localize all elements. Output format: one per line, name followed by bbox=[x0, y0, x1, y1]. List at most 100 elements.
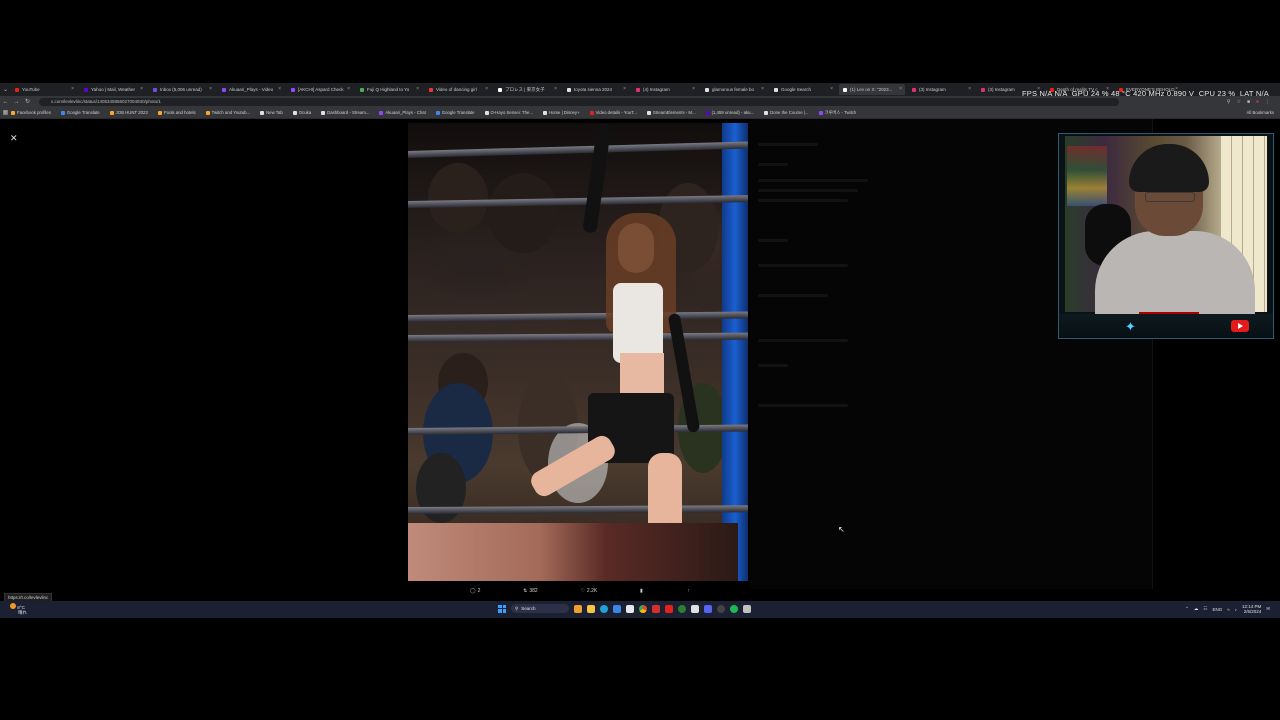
browser-tab[interactable]: (1) Lev on X: "2023... × bbox=[839, 84, 905, 95]
bookmark-item[interactable]: Pools and hotels bbox=[157, 110, 196, 115]
bookmark-item[interactable]: Google Translate bbox=[435, 110, 475, 115]
tab-title: Video of dancing girl bbox=[436, 87, 477, 92]
tab-favicon-icon bbox=[636, 87, 640, 92]
tab-search-icon[interactable]: ⌄ bbox=[0, 86, 11, 93]
tab-close-icon[interactable]: × bbox=[761, 86, 764, 92]
network-icon[interactable]: ☷ bbox=[1203, 606, 1207, 612]
bookmark-item[interactable]: Twitch and Youtub... bbox=[205, 110, 250, 115]
like-button[interactable]: ♡ 2.2K bbox=[580, 588, 597, 594]
bookmark-favicon-icon bbox=[646, 110, 651, 115]
capcut-icon[interactable] bbox=[691, 604, 699, 613]
taskbar-search[interactable]: ⚲ Search bbox=[511, 604, 569, 613]
tab-close-icon[interactable]: × bbox=[485, 86, 488, 92]
bookmark-item[interactable]: (1,459 unread) - aku... bbox=[705, 110, 755, 115]
file-explorer-icon[interactable] bbox=[587, 604, 595, 613]
bookmark-item[interactable]: 크루버스 - Twitch bbox=[818, 109, 857, 116]
cloud-icon[interactable]: ☁ bbox=[1194, 606, 1199, 612]
notification-bell-icon[interactable]: ✉ bbox=[1266, 606, 1270, 612]
profile-avatar[interactable]: ● bbox=[1256, 99, 1259, 105]
bookmark-item[interactable]: Facebook profiles bbox=[11, 110, 51, 115]
spotify-icon[interactable] bbox=[730, 604, 738, 613]
reload-icon[interactable]: ↻ bbox=[22, 98, 33, 105]
windows-start-icon[interactable] bbox=[498, 604, 506, 613]
tab-close-icon[interactable]: × bbox=[209, 86, 212, 92]
wrestling-photo bbox=[408, 123, 748, 581]
volume-icon[interactable]: ♪ bbox=[1235, 607, 1237, 612]
tray-chevron-icon[interactable]: ⌃ bbox=[1185, 606, 1189, 612]
edge-icon[interactable] bbox=[600, 604, 608, 613]
tab-close-icon[interactable]: × bbox=[347, 86, 350, 92]
tab-favicon-icon bbox=[843, 87, 847, 92]
bookmark-label: 크루버스 - Twitch bbox=[824, 109, 857, 115]
extensions-icon[interactable]: ■ bbox=[1247, 99, 1250, 105]
browser-tab[interactable]: Inbox (5,006 unread) × bbox=[149, 84, 215, 95]
system-clock[interactable]: 12:14 PM 2/5/2024 bbox=[1242, 604, 1261, 614]
wifi-icon[interactable]: ≈ bbox=[1227, 607, 1229, 612]
bookmark-star-icon[interactable]: ☆ bbox=[1236, 99, 1240, 105]
store-icon[interactable] bbox=[626, 604, 634, 613]
address-bar-row: ← → ↻ x.com/levlevlinc/status/1405345856… bbox=[0, 96, 1280, 107]
bookmark-item[interactable]: Dashboard - Stream... bbox=[321, 110, 369, 115]
all-bookmarks-button[interactable]: All Bookmarks bbox=[1247, 110, 1274, 115]
back-icon[interactable]: ← bbox=[0, 99, 11, 105]
tab-close-icon[interactable]: × bbox=[416, 86, 419, 92]
bookmark-item[interactable]: New Tab bbox=[260, 110, 283, 115]
tab-title: (1) Lev on X: "2023... bbox=[850, 87, 893, 92]
bookmark-item[interactable]: Google Translate bbox=[60, 110, 100, 115]
bookmark-item[interactable]: StreamElements - M... bbox=[646, 110, 696, 115]
browser-tab[interactable]: Google Search × bbox=[770, 84, 836, 95]
browser-tab[interactable]: (3) Instagram × bbox=[908, 84, 974, 95]
tab-close-icon[interactable]: × bbox=[830, 86, 833, 92]
widgets-icon[interactable] bbox=[574, 604, 582, 613]
bookmark-item[interactable]: O-Hayo Sensei: The... bbox=[484, 110, 533, 115]
search-icon: ⚲ bbox=[515, 605, 519, 611]
bookmark-item[interactable]: Video details - YouT... bbox=[589, 110, 637, 115]
close-icon[interactable]: ✕ bbox=[10, 133, 18, 144]
app-icon-red[interactable] bbox=[652, 604, 660, 613]
language-indicator[interactable]: ENG bbox=[1212, 607, 1222, 612]
zoom-icon[interactable]: ⚲ bbox=[1227, 99, 1231, 105]
browser-tab[interactable]: Video of dancing girl × bbox=[425, 84, 491, 95]
bookmark-item[interactable]: Home | Disney+ bbox=[542, 110, 580, 115]
tab-close-icon[interactable]: × bbox=[692, 86, 695, 92]
browser-tab[interactable]: Akuaari_Plays - Video × bbox=[218, 84, 284, 95]
reply-button[interactable]: ◯ 2 bbox=[470, 588, 480, 594]
views-button[interactable]: ▮ bbox=[640, 588, 645, 594]
forward-icon[interactable]: → bbox=[11, 99, 22, 105]
calculator-icon[interactable] bbox=[743, 604, 751, 613]
xbox-icon[interactable] bbox=[678, 604, 686, 613]
chrome-icon[interactable] bbox=[639, 604, 647, 613]
menu-kebab-icon[interactable]: ⋮ bbox=[1265, 99, 1270, 105]
youtube-taskbar-icon[interactable] bbox=[665, 604, 673, 613]
browser-tab[interactable]: YouTube × bbox=[11, 84, 77, 95]
repost-button[interactable]: ⇅ 382 bbox=[523, 588, 538, 594]
tab-close-icon[interactable]: × bbox=[899, 86, 902, 92]
mail-icon[interactable] bbox=[613, 604, 621, 613]
url-field[interactable]: x.com/levlevlinc/status/1405345856027004… bbox=[39, 97, 1119, 106]
browser-tab[interactable]: Fuji Q Highland to Yo × bbox=[356, 84, 422, 95]
bookmark-item[interactable]: Akuaari_Plays - Chat bbox=[379, 110, 426, 115]
tab-close-icon[interactable]: × bbox=[554, 86, 557, 92]
tab-close-icon[interactable]: × bbox=[278, 86, 281, 92]
browser-tab[interactable]: Yahoo | Mail, Weather × bbox=[80, 84, 146, 95]
bookmark-label: (1,459 unread) - aku... bbox=[711, 110, 755, 115]
bookmark-item[interactable]: Ocuka bbox=[292, 110, 311, 115]
bookmark-item[interactable]: Done the Course |... bbox=[764, 110, 809, 115]
bookmark-item[interactable]: JOB HUNT 2023 bbox=[109, 110, 148, 115]
share-button[interactable]: ↑ bbox=[687, 588, 690, 594]
obs-icon[interactable] bbox=[717, 604, 725, 613]
browser-tab[interactable]: プロレス | 東京女子 × bbox=[494, 84, 560, 95]
tab-favicon-icon bbox=[291, 87, 295, 92]
tab-title: Inbox (5,006 unread) bbox=[160, 87, 202, 92]
tab-close-icon[interactable]: × bbox=[623, 86, 626, 92]
weather-widget[interactable]: 8°C 晴れ bbox=[10, 603, 27, 615]
browser-tab[interactable]: glamorous female bo × bbox=[701, 84, 767, 95]
tab-close-icon[interactable]: × bbox=[968, 86, 971, 92]
browser-tab[interactable]: (4) Instagram × bbox=[632, 84, 698, 95]
apps-grid-icon[interactable]: ▦ bbox=[0, 109, 11, 116]
tab-close-icon[interactable]: × bbox=[140, 86, 143, 92]
browser-tab[interactable]: [AKCHI] Aspard Check × bbox=[287, 84, 353, 95]
tab-close-icon[interactable]: × bbox=[71, 86, 74, 92]
browser-tab[interactable]: toyota sienna 2024 × bbox=[563, 84, 629, 95]
discord-icon[interactable] bbox=[704, 604, 712, 613]
